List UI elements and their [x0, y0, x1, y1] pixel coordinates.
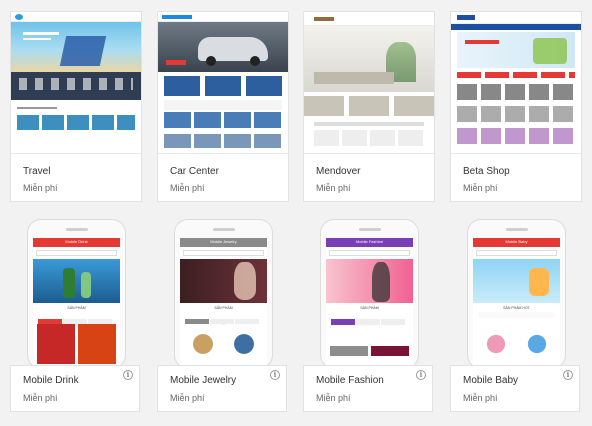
template-name: Mobile Jewelry	[170, 375, 237, 386]
template-preview-car-center[interactable]	[158, 12, 288, 153]
info-icon[interactable]: i	[270, 370, 280, 380]
template-price: Miễn phí	[463, 183, 498, 193]
template-card-car-center[interactable]: Car Center Miễn phí	[157, 11, 289, 202]
template-card-mobile-fashion[interactable]: Mobile Fashion SẢN PHẨM Mobile Fashion M…	[303, 219, 435, 412]
template-preview-travel[interactable]	[11, 12, 141, 153]
template-preview-beta-shop[interactable]	[451, 12, 581, 153]
template-price: Miễn phí	[170, 393, 205, 403]
template-name: Travel	[23, 166, 51, 177]
phone-screen: Mobile Baby SẢN PHẨM HOT	[473, 238, 560, 368]
template-price: Miễn phí	[170, 183, 205, 193]
mobile-header-title: Mobile Jewelry	[210, 239, 237, 244]
template-name: Mobile Fashion	[316, 375, 384, 386]
mobile-header-title: Mobile Fashion	[355, 239, 384, 244]
template-info: Travel Miễn phí	[11, 153, 141, 201]
phone-speaker	[506, 228, 528, 231]
template-info: Mobile Jewelry Miễn phí i	[157, 365, 287, 412]
template-info: Mendover Miễn phí	[304, 153, 434, 201]
phone-speaker	[213, 228, 235, 231]
phone-screen: Mobile Drink SẢN PHẨM	[33, 238, 120, 368]
mobile-header-title: Mobile Drink	[65, 239, 88, 244]
info-icon[interactable]: i	[563, 370, 573, 380]
template-preview-mendover[interactable]	[304, 12, 434, 153]
template-preview-mobile-baby[interactable]: Mobile Baby SẢN PHẨM HOT	[467, 219, 566, 369]
phone-speaker	[66, 228, 88, 231]
template-name: Mendover	[316, 166, 361, 177]
template-price: Miễn phí	[23, 183, 58, 193]
template-name: Mobile Baby	[463, 375, 519, 386]
template-info: Mobile Baby Miễn phí i	[450, 365, 580, 412]
template-card-mendover[interactable]: Mendover Miễn phí	[303, 11, 435, 202]
template-card-travel[interactable]: Travel Miễn phí	[10, 11, 142, 202]
template-info: Car Center Miễn phí	[158, 153, 288, 201]
template-card-mobile-jewelry[interactable]: Mobile Jewelry SẢN PHẨM Mobile Jewelry M…	[157, 219, 289, 412]
template-card-mobile-drink[interactable]: Mobile Drink SẢN PHẨM Mobile Drink Miễn …	[10, 219, 142, 412]
info-icon[interactable]: i	[123, 370, 133, 380]
mobile-header: Mobile Fashion	[326, 238, 413, 247]
mobile-header: Mobile Jewelry	[180, 238, 267, 247]
mobile-header-title: Mobile Baby	[505, 239, 528, 244]
template-preview-mobile-fashion[interactable]: Mobile Fashion SẢN PHẨM	[320, 219, 419, 369]
template-price: Miễn phí	[316, 183, 351, 193]
mobile-header: Mobile Drink	[33, 238, 120, 247]
template-card-beta-shop[interactable]: Beta Shop Miễn phí	[450, 11, 582, 202]
template-name: Mobile Drink	[23, 375, 79, 386]
mobile-header: Mobile Baby	[473, 238, 560, 247]
template-name: Car Center	[170, 166, 219, 177]
template-info: Mobile Fashion Miễn phí i	[303, 365, 433, 412]
template-preview-mobile-jewelry[interactable]: Mobile Jewelry SẢN PHẨM	[174, 219, 273, 369]
template-info: Mobile Drink Miễn phí i	[10, 365, 140, 412]
template-name: Beta Shop	[463, 166, 510, 177]
phone-speaker	[359, 228, 381, 231]
template-price: Miễn phí	[23, 393, 58, 403]
phone-screen: Mobile Jewelry SẢN PHẨM	[180, 238, 267, 368]
template-info: Beta Shop Miễn phí	[451, 153, 581, 201]
phone-screen: Mobile Fashion SẢN PHẨM	[326, 238, 413, 368]
template-card-mobile-baby[interactable]: Mobile Baby SẢN PHẨM HOT Mobile Baby Miễ…	[450, 219, 582, 412]
template-preview-mobile-drink[interactable]: Mobile Drink SẢN PHẨM	[27, 219, 126, 369]
info-icon[interactable]: i	[416, 370, 426, 380]
template-price: Miễn phí	[463, 393, 498, 403]
template-price: Miễn phí	[316, 393, 351, 403]
